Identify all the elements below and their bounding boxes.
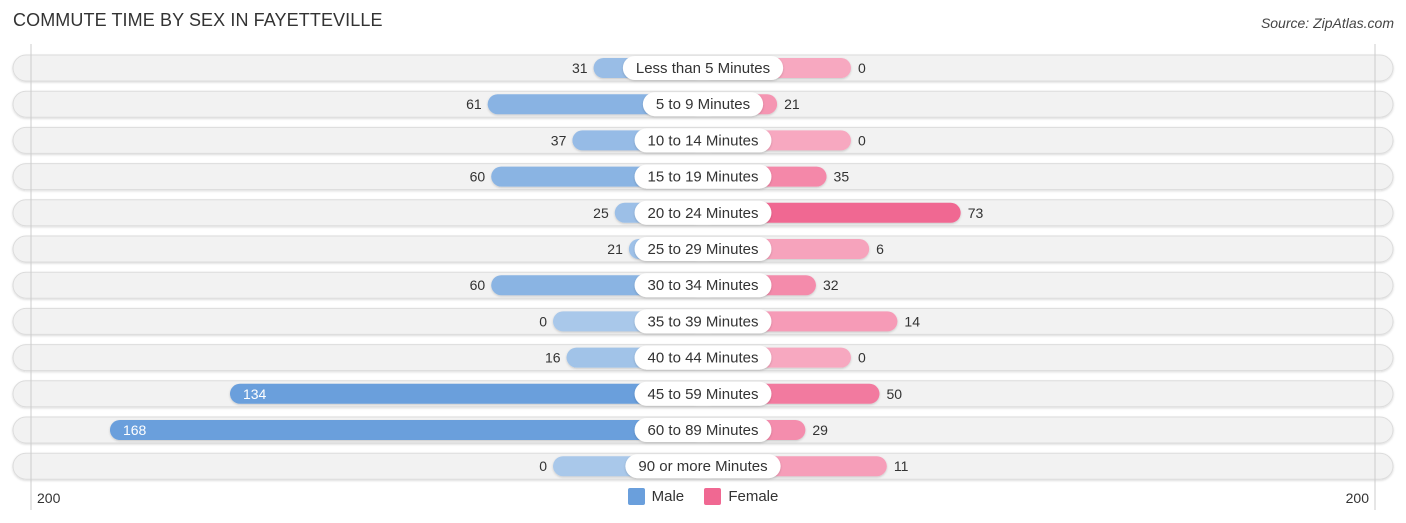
- category-label: Less than 5 Minutes: [622, 56, 784, 80]
- value-label-female: 35: [834, 169, 850, 185]
- category-label: 20 to 24 Minutes: [634, 200, 772, 225]
- bar-male: [109, 420, 703, 440]
- category-text: 20 to 24 Minutes: [648, 205, 759, 222]
- category-label: 15 to 19 Minutes: [634, 164, 772, 189]
- chart-canvas: 31 0 Less than 5 Minutes 61 21 5 to 9 Minutes…: [12, 44, 1394, 510]
- category-text: 5 to 9 Minutes: [656, 96, 750, 113]
- category-text: 10 to 14 Minutes: [648, 132, 759, 149]
- value-label-male: 25: [593, 205, 609, 221]
- category-label: 30 to 34 Minutes: [634, 273, 772, 298]
- value-label-female: 32: [823, 277, 839, 293]
- bar-male: [229, 383, 704, 404]
- value-label-female: 21: [784, 96, 800, 112]
- category-text: 35 to 39 Minutes: [648, 313, 759, 330]
- value-label-male: 168: [123, 422, 147, 438]
- category-label: 45 to 59 Minutes: [634, 381, 772, 406]
- value-label-female: 14: [904, 313, 920, 329]
- value-label-female: 0: [858, 60, 866, 76]
- category-text: 90 or more Minutes: [638, 458, 767, 475]
- value-label-female: 73: [968, 205, 984, 221]
- value-label-male: 31: [572, 60, 588, 76]
- category-label: 60 to 89 Minutes: [634, 418, 772, 442]
- legend-label-female: Female: [728, 488, 779, 505]
- value-label-male: 0: [539, 458, 547, 474]
- value-label-male: 134: [243, 386, 267, 402]
- category-text: 40 to 44 Minutes: [648, 350, 759, 367]
- value-label-female: 6: [876, 241, 884, 257]
- bars-group: 31 0 Less than 5 Minutes 61 21 5 to 9 Minutes…: [109, 56, 984, 479]
- legend-item-male: Male: [627, 488, 685, 505]
- legend-swatch-female: [704, 488, 722, 505]
- value-label-male: 60: [470, 277, 486, 293]
- category-label: 40 to 44 Minutes: [634, 345, 772, 370]
- value-label-male: 60: [470, 169, 486, 185]
- category-text: 60 to 89 Minutes: [648, 422, 759, 439]
- category-label: 5 to 9 Minutes: [642, 92, 764, 117]
- category-text: 25 to 29 Minutes: [648, 241, 759, 258]
- value-label-male: 21: [607, 241, 623, 257]
- category-label: 90 or more Minutes: [625, 454, 781, 479]
- value-label-female: 50: [887, 386, 903, 402]
- category-label: 25 to 29 Minutes: [634, 237, 772, 261]
- value-label-male: 37: [551, 132, 567, 148]
- legend-item-female: Female: [704, 488, 778, 505]
- value-label-male: 0: [539, 313, 547, 329]
- category-text: Less than 5 Minutes: [636, 60, 770, 77]
- value-label-female: 29: [812, 422, 828, 438]
- value-label-female: 11: [894, 458, 909, 474]
- legend: Male Female: [0, 488, 1406, 509]
- value-label-female: 0: [858, 132, 866, 148]
- value-label-male: 16: [545, 350, 561, 366]
- row-tracks: [12, 54, 1394, 480]
- value-label-female: 0: [858, 350, 866, 366]
- value-label-male: 61: [466, 96, 482, 112]
- category-text: 15 to 19 Minutes: [648, 169, 759, 186]
- category-label: 10 to 14 Minutes: [634, 128, 772, 153]
- category-label: 35 to 39 Minutes: [634, 309, 772, 334]
- legend-swatch-male: [627, 488, 645, 505]
- category-text: 45 to 59 Minutes: [648, 386, 759, 403]
- category-text: 30 to 34 Minutes: [648, 277, 759, 294]
- legend-label-male: Male: [651, 488, 685, 505]
